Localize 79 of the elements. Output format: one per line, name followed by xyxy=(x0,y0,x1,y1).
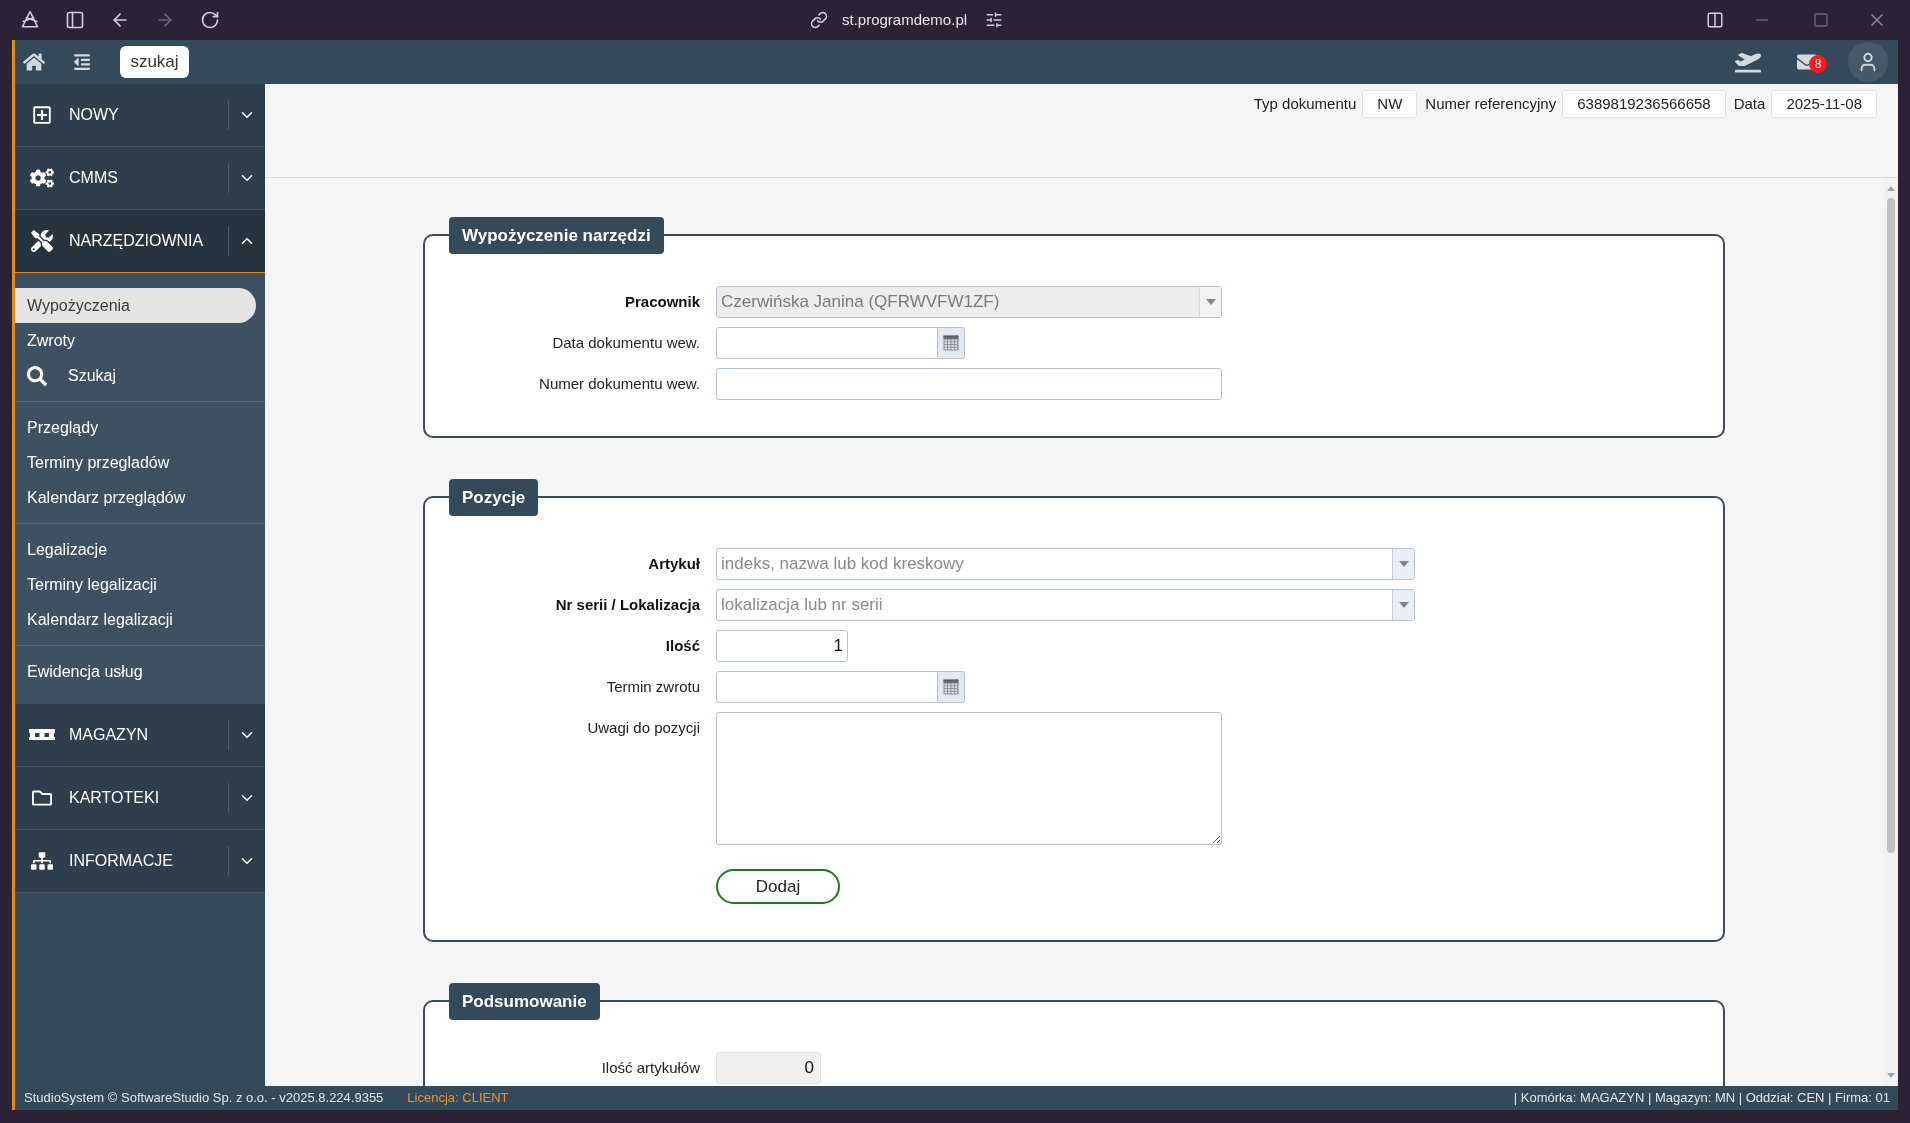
field-label: Numer dokumentu wew. xyxy=(538,374,701,394)
menu-item[interactable]: Wypożyczenia xyxy=(15,288,256,323)
menu-item[interactable]: Szukaj xyxy=(15,358,265,393)
status-info-text: | Komórka: MAGAZYN | Magazyn: MN | Oddział: CEN | Firma: 01 xyxy=(1513,1089,1890,1108)
reload-icon[interactable] xyxy=(200,10,220,30)
menu-section[interactable]: KARTOTEKI xyxy=(15,767,265,830)
link-icon[interactable] xyxy=(810,11,828,29)
menu-section-label: KARTOTEKI xyxy=(69,788,160,808)
notification-badge: 8 xyxy=(1809,55,1827,73)
menu-item[interactable]: Ewidencja usług xyxy=(15,654,265,689)
folder-icon xyxy=(31,788,53,808)
sitemap-icon xyxy=(31,851,53,871)
field-label: Termin zwrotu xyxy=(605,677,701,697)
info-field: 6389819236566658 xyxy=(1562,90,1726,118)
date-field[interactable] xyxy=(716,327,938,359)
caret-down-icon xyxy=(1205,299,1216,305)
scrollbar[interactable] xyxy=(1884,178,1898,1086)
menu-item[interactable]: Przeglądy xyxy=(15,410,265,445)
select-field[interactable]: indeks, nazwa lub kod kreskowy xyxy=(716,548,1415,580)
columns-icon[interactable] xyxy=(1706,11,1724,29)
menu-section[interactable]: CMMS xyxy=(15,147,265,210)
user-icon[interactable] xyxy=(1848,42,1888,82)
airplane-icon[interactable] xyxy=(1735,51,1761,73)
field-label: Artykuł xyxy=(647,554,701,574)
license-text: Licencja: CLIENT xyxy=(407,1089,509,1108)
field-label: Pracownik xyxy=(623,292,701,312)
calendar-icon xyxy=(943,679,959,695)
info-field: NW xyxy=(1362,90,1418,118)
field-label: Data dokumentu wew. xyxy=(551,333,701,353)
readonly-field[interactable]: 0 xyxy=(716,1052,821,1084)
calendar-icon xyxy=(943,335,959,351)
section-title: Wypożyczenie narzędzi xyxy=(449,217,664,254)
menu-section-label: NARZĘDZIOWNIA xyxy=(69,231,204,251)
menu-item[interactable]: Zwroty xyxy=(15,323,265,358)
pallet-icon xyxy=(29,729,55,741)
field-label: Numer referencyjny xyxy=(1425,93,1557,114)
menu-section[interactable]: MAGAZYN xyxy=(15,704,265,767)
field-label: Uwagi do pozycji xyxy=(586,718,701,738)
section-title: Pozycje xyxy=(449,479,539,516)
calendar-button[interactable] xyxy=(938,671,965,703)
menu-item[interactable]: Legalizacje xyxy=(15,532,265,567)
menu-section-label: NOWY xyxy=(69,105,119,125)
copyright-text: StudioSystem © SoftwareStudio Sp. z o.o. - v2025.8.224.9355 xyxy=(24,1089,384,1108)
number-field[interactable]: 1 xyxy=(716,630,848,662)
logo-icon[interactable] xyxy=(20,10,40,30)
menu-section[interactable]: NOWY xyxy=(15,84,265,147)
menu-item[interactable]: Terminy przegladów xyxy=(15,445,265,480)
search-icon xyxy=(27,365,47,386)
tools-icon xyxy=(31,230,53,252)
caret-down-icon xyxy=(1398,561,1409,567)
info-field: 2025-11-08 xyxy=(1771,90,1877,118)
menu-item[interactable]: Kalendarz przeglądów xyxy=(15,480,265,515)
menu-item[interactable]: Terminy legalizacji xyxy=(15,567,265,602)
menu-section-label: CMMS xyxy=(69,168,118,188)
calendar-button[interactable] xyxy=(938,327,965,359)
menu-section-label: INFORMACJE xyxy=(69,851,173,871)
sliders-icon[interactable] xyxy=(985,11,1004,29)
caret-down-icon xyxy=(1398,602,1409,608)
field-label: Ilość artykułów xyxy=(600,1058,701,1078)
menu-section-label: MAGAZYN xyxy=(69,725,149,745)
add-button[interactable]: Dodaj xyxy=(716,869,840,904)
field-label: Ilość xyxy=(664,636,701,656)
field-label: Data xyxy=(1733,93,1766,114)
url-text[interactable]: st.programdemo.pl xyxy=(842,8,968,32)
menu-item[interactable]: Kalendarz legalizacji xyxy=(15,602,265,637)
gears-icon xyxy=(30,168,54,188)
field-label: Nr serii / Lokalizacja xyxy=(554,595,701,615)
section-title: Podsumowanie xyxy=(449,983,600,1020)
scrollbar-thumb[interactable] xyxy=(1887,198,1895,853)
outdent-icon[interactable] xyxy=(73,53,91,71)
select-field[interactable]: lokalizacja lub nr serii xyxy=(716,589,1415,621)
home-icon[interactable] xyxy=(23,52,45,72)
search-field[interactable]: szukaj xyxy=(120,46,189,78)
text-field[interactable] xyxy=(716,368,1222,400)
menu-section[interactable]: INFORMACJE xyxy=(15,830,265,893)
field-label: Typ dokumentu xyxy=(1253,93,1357,114)
date-field[interactable] xyxy=(716,671,938,703)
menu-section[interactable]: NARZĘDZIOWNIA xyxy=(15,210,265,273)
panel-icon[interactable] xyxy=(65,10,85,30)
